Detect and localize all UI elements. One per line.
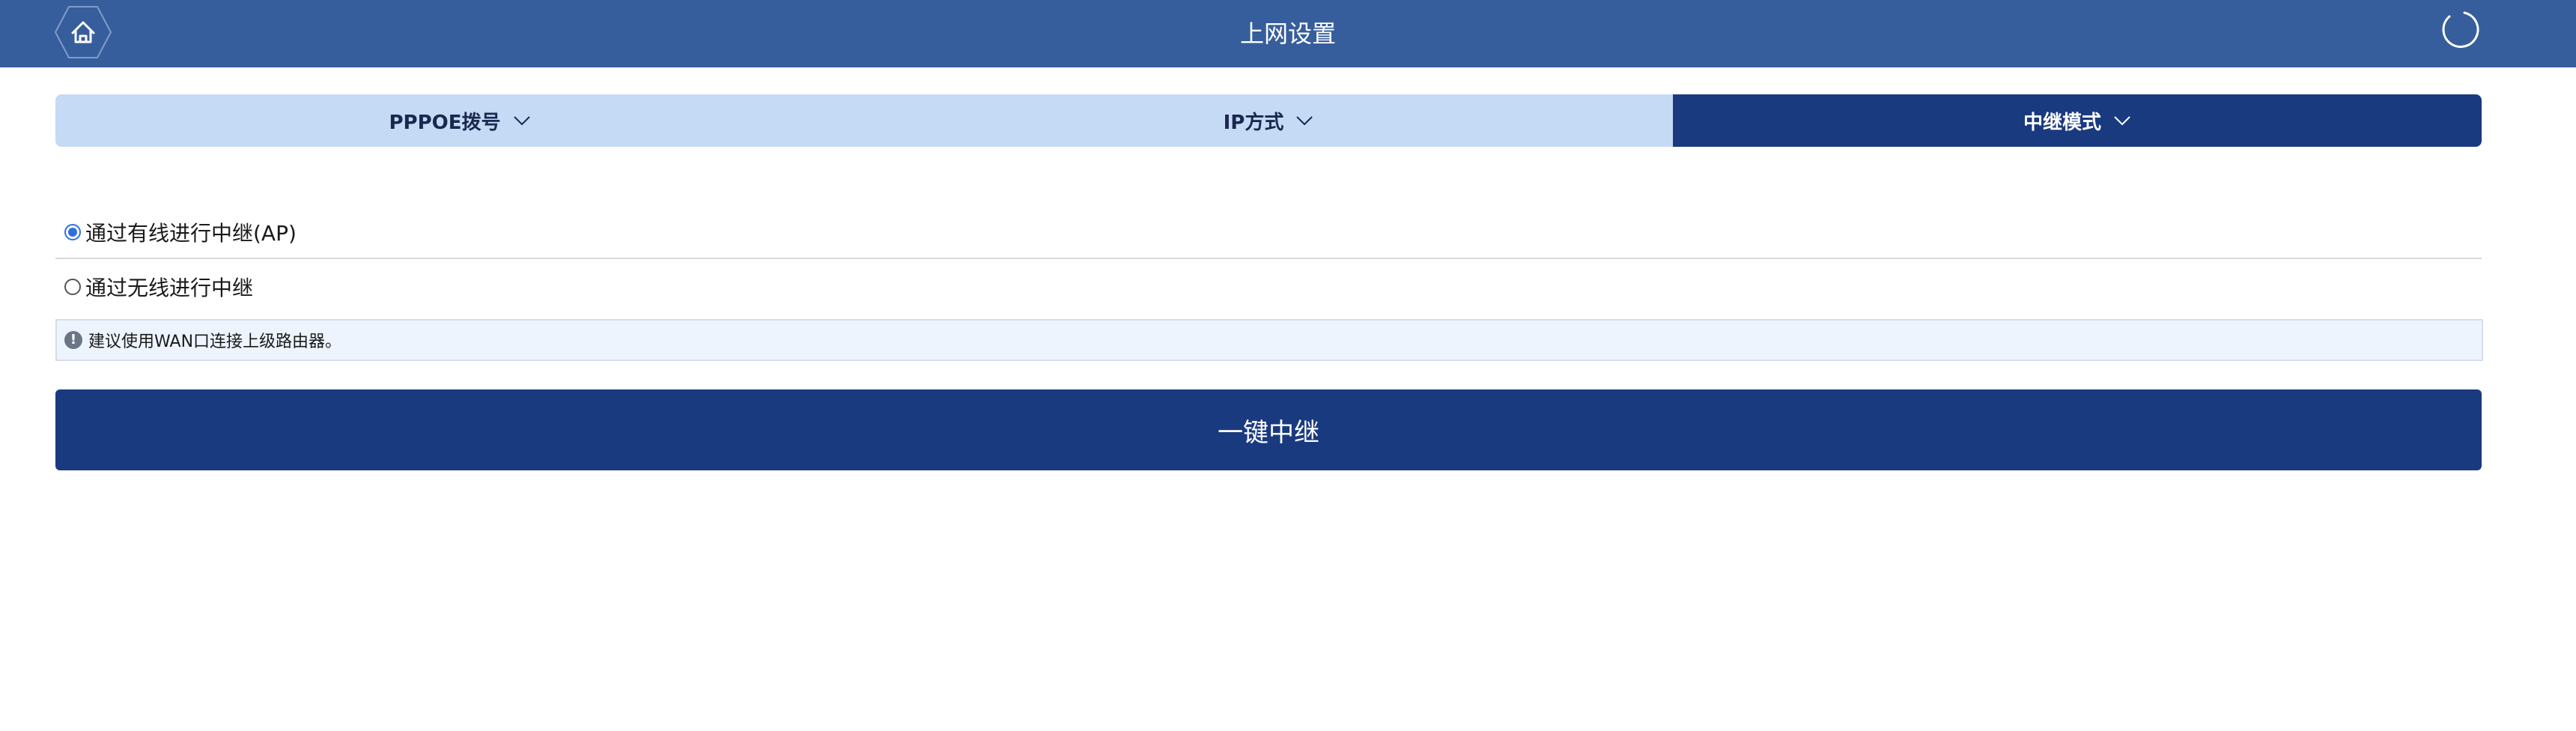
tab-label: 中继模式 <box>2023 111 2101 134</box>
radio-wired-relay[interactable] <box>64 224 81 240</box>
tab-ip[interactable]: IP方式 <box>864 94 1673 147</box>
chevron-down-icon <box>1296 116 1313 126</box>
tab-relay[interactable]: 中继模式 <box>1673 94 2482 147</box>
tab-label: PPPOE拨号 <box>389 111 501 134</box>
refresh-icon <box>2442 11 2479 48</box>
option-wireless-relay[interactable]: 通过无线进行中继 <box>55 262 2482 312</box>
notice-text: 建议使用WAN口连接上级路由器。 <box>88 333 342 351</box>
option-label: 通过有线进行中继(AP) <box>85 221 297 246</box>
app-header: 上网设置 <box>0 0 2576 67</box>
option-wired-relay[interactable]: 通过有线进行中继(AP) <box>55 207 2482 259</box>
chevron-down-icon <box>513 116 530 126</box>
alert-icon: ! <box>64 331 82 349</box>
mode-tabs: PPPOE拨号 IP方式 中继模式 <box>55 94 2482 147</box>
tab-pppoe[interactable]: PPPOE拨号 <box>55 94 864 147</box>
info-notice: ! 建议使用WAN口连接上级路由器。 <box>55 319 2483 361</box>
tab-label: IP方式 <box>1223 111 1284 134</box>
chevron-down-icon <box>2114 116 2130 126</box>
page-title: 上网设置 <box>1239 19 1336 48</box>
radio-wireless-relay[interactable] <box>64 279 81 295</box>
refresh-button[interactable] <box>2440 9 2480 51</box>
one-click-relay-button[interactable]: 一键中继 <box>55 389 2482 470</box>
option-label: 通过无线进行中继 <box>85 276 254 300</box>
